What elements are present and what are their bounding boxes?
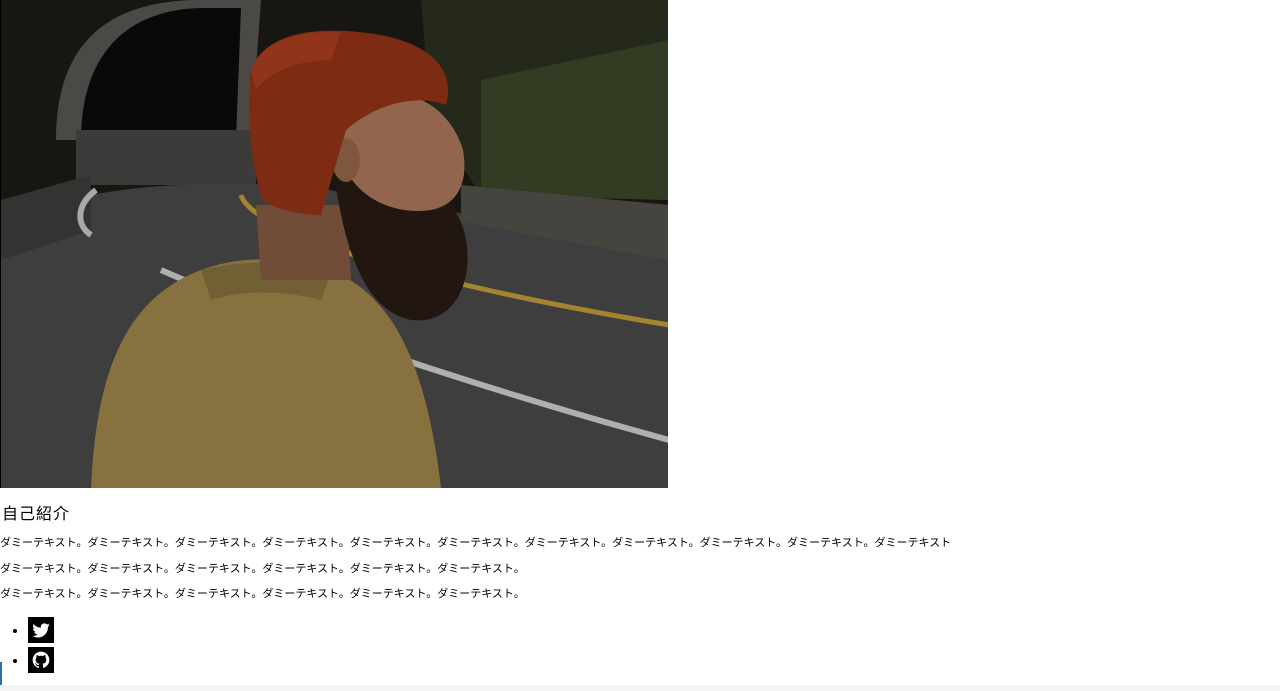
profile-paragraph: ダミーテキスト。ダミーテキスト。ダミーテキスト。ダミーテキスト。ダミーテキスト。… [0, 536, 952, 549]
page: 自己紹介 ダミーテキスト。ダミーテキスト。ダミーテキスト。ダミーテキスト。ダミー… [0, 0, 1280, 691]
twitter-icon [32, 623, 50, 638]
social-item-github [28, 646, 54, 676]
profile-section: 自己紹介 ダミーテキスト。ダミーテキスト。ダミーテキスト。ダミーテキスト。ダミー… [0, 500, 1280, 607]
profile-paragraph: ダミーテキスト。ダミーテキスト。ダミーテキスト。ダミーテキスト。ダミーテキスト。… [0, 587, 525, 600]
social-links [0, 616, 54, 676]
footer-strip [0, 685, 1280, 691]
github-link[interactable] [28, 647, 54, 673]
hero-photo [1, 0, 668, 488]
hero-image [0, 0, 668, 488]
twitter-link[interactable] [28, 617, 54, 643]
profile-paragraph: ダミーテキスト。ダミーテキスト。ダミーテキスト。ダミーテキスト。ダミーテキスト。… [0, 561, 525, 575]
github-icon [32, 651, 50, 668]
social-item-twitter [28, 616, 54, 646]
profile-heading: 自己紹介 [2, 504, 71, 523]
